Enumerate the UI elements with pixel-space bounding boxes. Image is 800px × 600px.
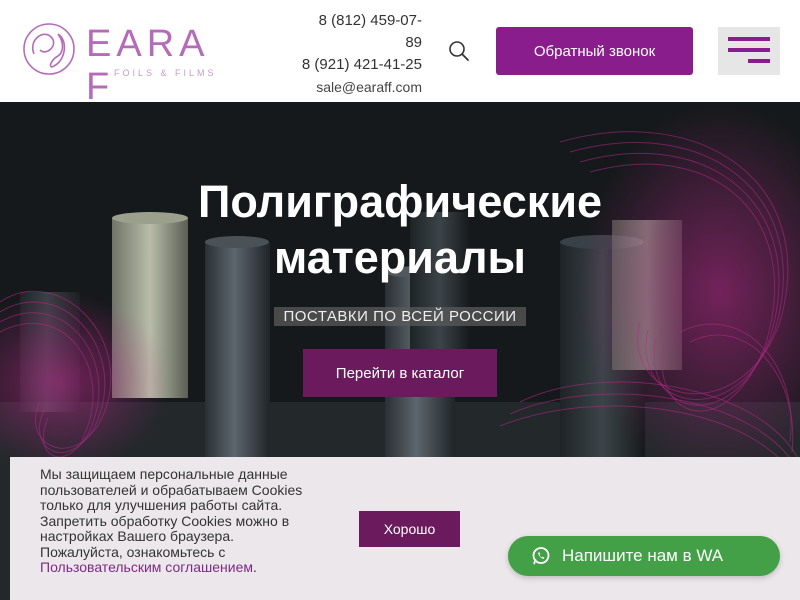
logo-mark-icon	[23, 23, 75, 75]
hero-subtitle-wrap: ПОСТАВКИ ПО ВСЕЙ РОССИИ	[0, 307, 800, 326]
site-header: EARA F FOILS & FILMS 8 (812) 459-07- 89 …	[0, 0, 800, 108]
cookie-text-line: Мы защищаем персональные данные	[40, 466, 288, 482]
logo-text: EARA F	[86, 23, 208, 108]
hamburger-menu-icon	[728, 37, 770, 41]
cookie-text-line: настройках Вашего браузера.	[40, 528, 234, 544]
phone-2[interactable]: 8 (921) 421-41-25	[290, 54, 422, 76]
contacts-block: 8 (812) 459-07- 89 8 (921) 421-41-25 sal…	[290, 10, 422, 98]
logo[interactable]: EARA F FOILS & FILMS	[20, 20, 250, 108]
menu-button[interactable]	[718, 27, 780, 75]
whatsapp-label: Напишите нам в WA	[562, 546, 724, 565]
hamburger-line	[728, 48, 770, 52]
user-agreement-link[interactable]: Пользовательским соглашением	[40, 559, 253, 575]
cookie-accept-button[interactable]: Хорошо	[359, 511, 460, 547]
catalog-button[interactable]: Перейти в каталог	[303, 349, 497, 397]
whatsapp-button[interactable]: Напишите нам в WA	[508, 536, 780, 576]
hero-title-line-1: Полиграфические	[197, 176, 603, 227]
callback-button[interactable]: Обратный звонок	[496, 27, 693, 75]
hero-title-line-2: материалы	[274, 232, 526, 283]
cookie-text-line: пользователей и обрабатываем Cookies	[40, 481, 303, 498]
hero-title: Полиграфические материалы	[100, 174, 700, 286]
cookie-text-suffix: .	[253, 559, 257, 575]
cookie-policy-line: Пользовательским соглашением.	[40, 559, 350, 576]
phone-1-part-1[interactable]: 8 (812) 459-07-	[290, 10, 422, 32]
cookie-text-line: только для улучшения работы сайта.	[40, 497, 283, 513]
logo-subtitle: FOILS & FILMS	[114, 68, 217, 78]
search-icon	[449, 41, 469, 61]
cookie-text-line: Пожалуйста, ознакомьтесь с	[40, 543, 226, 560]
search-button[interactable]	[447, 39, 471, 63]
hero-subtitle: ПОСТАВКИ ПО ВСЕЙ РОССИИ	[274, 307, 526, 326]
phone-1-part-2[interactable]: 89	[290, 32, 422, 54]
hamburger-line	[748, 59, 770, 63]
whatsapp-icon	[532, 547, 550, 565]
cookie-banner: Мы защищаем персональные данные пользова…	[10, 457, 800, 600]
cookie-text: Мы защищаем персональные данные пользова…	[40, 466, 350, 576]
cookie-text-line: Запретить обработку Cookies можно в	[40, 512, 290, 529]
email-link[interactable]: sale@earaff.com	[290, 76, 422, 98]
